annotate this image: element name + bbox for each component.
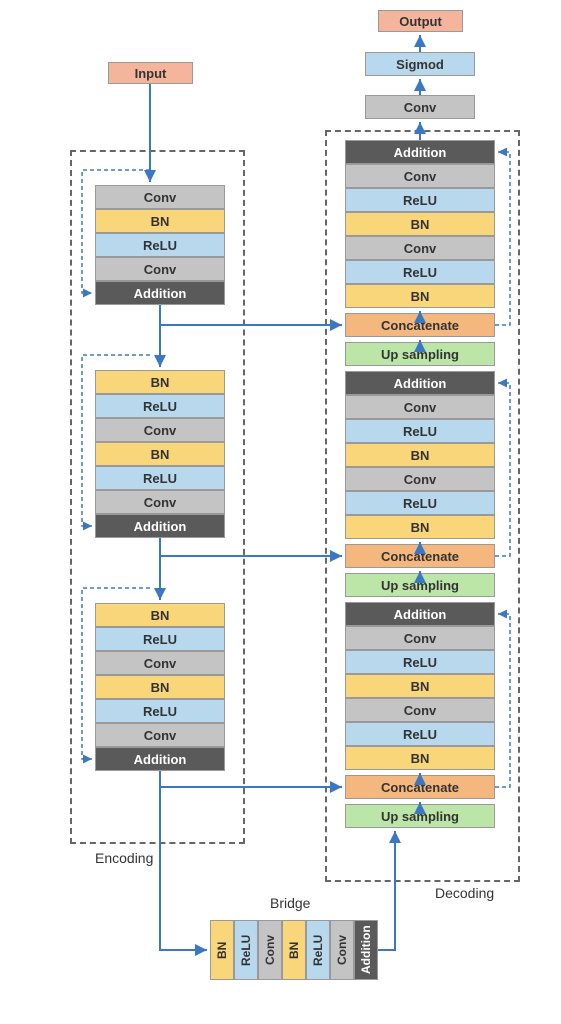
dec3-bn2: BN	[345, 746, 495, 770]
enc2-relu2: ReLU	[95, 466, 225, 490]
bridge-bn1: BN	[210, 920, 234, 980]
dec3-addition: Addition	[345, 602, 495, 626]
bridge-relu2: ReLU	[306, 920, 330, 980]
dec3-conv1: Conv	[345, 626, 495, 650]
dec2-bn1: BN	[345, 443, 495, 467]
enc1-bn: BN	[95, 209, 225, 233]
input-block: Input	[108, 62, 193, 84]
enc3-conv1: Conv	[95, 651, 225, 675]
dec1-conv2: Conv	[345, 236, 495, 260]
dec3-relu1: ReLU	[345, 650, 495, 674]
enc3-bn2: BN	[95, 675, 225, 699]
enc3-addition: Addition	[95, 747, 225, 771]
dec2-relu2: ReLU	[345, 491, 495, 515]
dec1-bn1: BN	[345, 212, 495, 236]
bridge-bn2: BN	[282, 920, 306, 980]
dec3-concat: Concatenate	[345, 775, 495, 799]
enc2-conv2: Conv	[95, 490, 225, 514]
dec1-bn2: BN	[345, 284, 495, 308]
enc1-relu: ReLU	[95, 233, 225, 257]
enc3-conv2: Conv	[95, 723, 225, 747]
dec2-addition: Addition	[345, 371, 495, 395]
dec2-conv2: Conv	[345, 467, 495, 491]
enc3-relu1: ReLU	[95, 627, 225, 651]
bridge-conv1: Conv	[258, 920, 282, 980]
bridge-conv2: Conv	[330, 920, 354, 980]
dec3-bn1: BN	[345, 674, 495, 698]
enc2-relu1: ReLU	[95, 394, 225, 418]
dec1-upsamp: Up sampling	[345, 342, 495, 366]
dec1-addition: Addition	[345, 140, 495, 164]
dec1-relu1: ReLU	[345, 188, 495, 212]
enc2-addition: Addition	[95, 514, 225, 538]
enc1-addition: Addition	[95, 281, 225, 305]
dec2-bn2: BN	[345, 515, 495, 539]
bridge-label: Bridge	[270, 895, 310, 911]
encoding-label: Encoding	[95, 850, 153, 866]
enc1-conv2: Conv	[95, 257, 225, 281]
dec2-relu1: ReLU	[345, 419, 495, 443]
dec1-relu2: ReLU	[345, 260, 495, 284]
bridge-addition: Addition	[354, 920, 378, 980]
enc1-conv1: Conv	[95, 185, 225, 209]
dec3-conv2: Conv	[345, 698, 495, 722]
dec3-relu2: ReLU	[345, 722, 495, 746]
enc2-bn2: BN	[95, 442, 225, 466]
bridge-relu1: ReLU	[234, 920, 258, 980]
dec1-conv1: Conv	[345, 164, 495, 188]
dec2-upsamp: Up sampling	[345, 573, 495, 597]
dec2-concat: Concatenate	[345, 544, 495, 568]
dec2-conv1: Conv	[345, 395, 495, 419]
enc2-conv1: Conv	[95, 418, 225, 442]
dec3-upsamp: Up sampling	[345, 804, 495, 828]
sigmod-block: Sigmod	[365, 52, 475, 76]
output-block: Output	[378, 10, 463, 32]
decoding-label: Decoding	[435, 885, 494, 901]
head-conv: Conv	[365, 95, 475, 119]
enc2-bn1: BN	[95, 370, 225, 394]
enc3-relu2: ReLU	[95, 699, 225, 723]
enc3-bn1: BN	[95, 603, 225, 627]
dec1-concat: Concatenate	[345, 313, 495, 337]
